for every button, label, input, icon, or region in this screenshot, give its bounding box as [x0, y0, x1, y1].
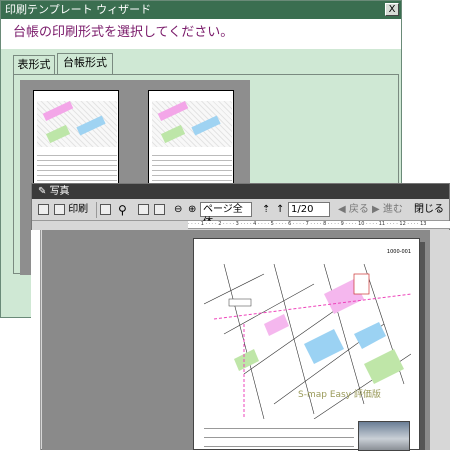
tab-ledger-format[interactable]: 台帳形式 — [57, 53, 113, 75]
multi-page-icon[interactable] — [154, 202, 165, 218]
document-page: 1000-001 S-map Easy 評価版 — [193, 238, 420, 451]
window-icon: ✎ — [38, 186, 50, 197]
forward-button[interactable]: ▶ 進む — [372, 202, 403, 218]
printer-icon — [54, 203, 65, 215]
close-button[interactable]: 閉じる — [414, 202, 444, 218]
ledger-row — [204, 421, 354, 429]
zoom-select[interactable]: ページ全体 — [200, 202, 252, 228]
first-page-icon[interactable]: ⇡ — [262, 202, 270, 218]
zoom-in-icon[interactable]: ⊕ — [188, 202, 196, 218]
page-label: 1000-001 — [386, 249, 411, 255]
zoom-out-icon[interactable]: ⊖ — [174, 202, 182, 218]
page-number-field[interactable]: 1/20 — [288, 202, 330, 217]
horizontal-ruler: · · · · 1 · · · · 2 · · · · 3 · · · · 4 … — [188, 221, 450, 229]
thumbnail-map-image — [152, 101, 232, 147]
wizard-close-button[interactable]: X — [385, 3, 399, 16]
wizard-instruction: 台帳の印刷形式を選択してください。 — [1, 19, 401, 49]
building-photo — [358, 421, 410, 451]
thumbnail-map-image — [37, 101, 117, 147]
single-page-icon[interactable] — [138, 202, 149, 218]
evaluation-watermark: S-map Easy 評価版 — [298, 390, 381, 400]
tab-table-format[interactable]: 表形式 — [13, 55, 55, 75]
print-button[interactable]: 印刷 — [54, 202, 88, 218]
back-button[interactable]: ◀ 戻る — [338, 202, 369, 218]
preview-title: ✎ 写真 — [32, 184, 449, 199]
ledger-row — [204, 439, 354, 447]
preview-toolbar: 印刷 ⚲ ⊖ ⊕ ページ全体 ⇡ ↑ 1/20 ◀ 戻る ▶ 進む 閉じる — [32, 199, 449, 228]
vertical-ruler — [31, 230, 41, 450]
vertical-scrollbar[interactable] — [430, 230, 450, 450]
binoculars-icon[interactable]: ⚲ — [118, 202, 127, 218]
page-shadow — [420, 242, 425, 450]
ledger-row — [204, 430, 354, 438]
page-setup-icon[interactable] — [38, 202, 49, 218]
prev-page-icon[interactable]: ↑ — [276, 202, 284, 218]
copy-icon[interactable] — [100, 202, 111, 218]
wizard-title: 印刷テンプレート ウィザード — [1, 1, 401, 19]
